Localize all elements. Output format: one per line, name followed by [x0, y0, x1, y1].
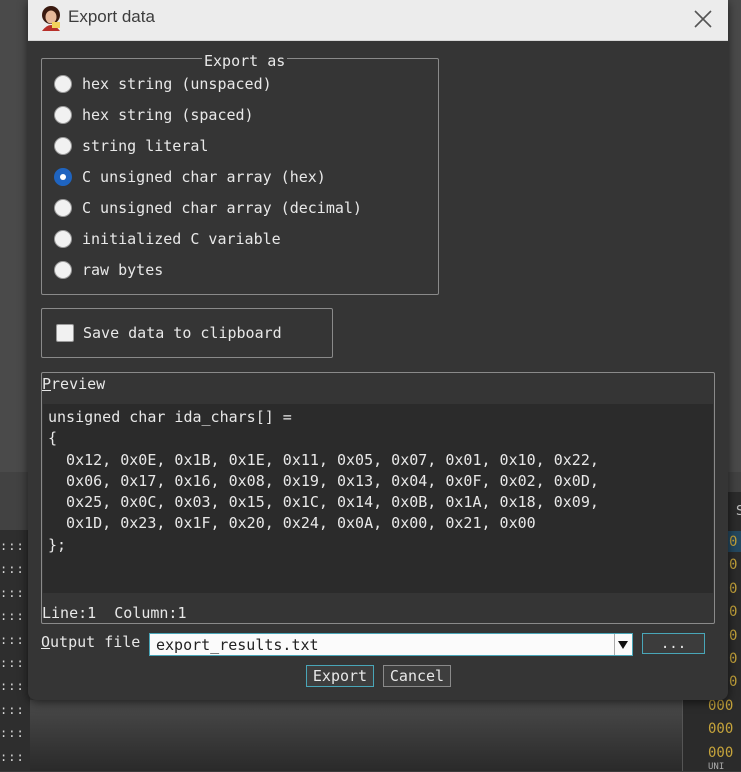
option-label: hex string (unspaced) — [82, 75, 272, 93]
background-dot-column: ::: ::: ::: ::: ::: ::: ::: ::: ::: ::: — [0, 538, 30, 772]
browse-button[interactable]: ... — [642, 633, 705, 654]
export-as-legend: Export as — [202, 52, 288, 70]
option-label: raw bytes — [82, 261, 164, 279]
option-initialized-c-variable[interactable]: initialized C variable — [54, 227, 281, 251]
export-button[interactable]: Export — [306, 665, 374, 687]
option-label: initialized C variable — [82, 230, 281, 248]
option-label: string literal — [82, 137, 209, 155]
hex-value: 0 — [729, 580, 738, 597]
option-c-unsigned-char-array-hex[interactable]: C unsigned char array (hex) — [54, 165, 326, 189]
background-pane-header: S — [736, 504, 741, 519]
cursor-position-status: Line:1 Column:1 — [42, 604, 187, 622]
option-hex-string-unspaced[interactable]: hex string (unspaced) — [54, 72, 272, 96]
chevron-down-icon[interactable] — [614, 634, 632, 655]
option-raw-bytes[interactable]: raw bytes — [54, 258, 163, 282]
hex-value: 0 — [729, 604, 738, 621]
option-c-unsigned-char-array-decimal[interactable]: C unsigned char array (decimal) — [54, 196, 362, 220]
dialog-title: Export data — [68, 7, 155, 26]
clipboard-group: Save data to clipboard — [41, 308, 333, 358]
code-line: }; — [48, 535, 67, 554]
code-line: { — [48, 429, 58, 448]
dot-row: ::: — [0, 585, 25, 600]
cancel-button[interactable]: Cancel — [383, 665, 451, 687]
radio-button[interactable] — [54, 230, 72, 248]
code-line: 0x25, 0x0C, 0x03, 0x15, 0x1C, 0x14, 0x0B… — [48, 493, 599, 512]
option-label: C unsigned char array (hex) — [82, 168, 326, 186]
hex-value: 0 — [729, 557, 738, 574]
preview-mnemonic: P — [42, 375, 52, 393]
app-logo-icon — [42, 6, 60, 31]
output-file-label-rest: utput file — [50, 633, 141, 651]
dot-row: ::: — [0, 609, 25, 624]
dot-row: ::: — [0, 749, 25, 764]
preview-code-area[interactable]: unsigned char ida_chars[] = { 0x12, 0x0E… — [43, 404, 713, 593]
save-to-clipboard-label[interactable]: Save data to clipboard — [83, 324, 282, 342]
dot-row: ::: — [0, 655, 25, 670]
option-label: C unsigned char array (decimal) — [82, 199, 362, 217]
output-file-combo[interactable]: export_results.txt — [149, 633, 633, 656]
export-as-group: Export as hex string (unspaced) hex stri… — [41, 53, 439, 295]
radio-button[interactable] — [54, 75, 72, 93]
preview-label: Preview — [42, 375, 105, 393]
dot-row: ::: — [0, 562, 25, 577]
dot-row: ::: — [0, 539, 25, 553]
export-data-dialog: Export data Export as hex string (unspac… — [28, 0, 728, 700]
title-bar[interactable]: Export data — [28, 0, 728, 41]
preview-group: Preview unsigned char ida_chars[] = { 0x… — [41, 372, 715, 624]
hex-value: 0 — [729, 650, 738, 667]
save-to-clipboard-checkbox[interactable] — [56, 324, 74, 342]
code-line: unsigned char ida_chars[] = — [48, 408, 292, 426]
radio-button[interactable] — [54, 261, 72, 279]
hex-value: 000 — [708, 697, 734, 714]
radio-button[interactable] — [54, 199, 72, 217]
dot-row: ::: — [0, 679, 25, 694]
output-file-value[interactable]: export_results.txt — [156, 636, 319, 654]
code-line: 0x06, 0x17, 0x16, 0x08, 0x19, 0x13, 0x04… — [48, 471, 599, 490]
close-icon[interactable] — [690, 6, 716, 32]
option-hex-string-spaced[interactable]: hex string (spaced) — [54, 103, 254, 127]
output-file-mnemonic: O — [41, 633, 51, 651]
output-file-label: Output file — [41, 633, 140, 651]
hex-value: 000 — [708, 721, 734, 738]
code-line: 0x12, 0x0E, 0x1B, 0x1E, 0x11, 0x05, 0x07… — [48, 450, 599, 469]
radio-button-selected[interactable] — [54, 168, 72, 186]
dot-row: ::: — [0, 702, 25, 717]
radio-button[interactable] — [54, 106, 72, 124]
option-label: hex string (spaced) — [82, 106, 254, 124]
code-line: 0x1D, 0x23, 0x1F, 0x20, 0x24, 0x0A, 0x00… — [48, 514, 536, 533]
preview-label-rest: review — [51, 375, 106, 393]
hex-value: 0 — [729, 627, 738, 644]
dot-row: ::: — [0, 726, 25, 741]
hex-value: 0 — [729, 674, 738, 691]
background-lower-area — [30, 700, 682, 771]
radio-button[interactable] — [54, 137, 72, 155]
option-string-literal[interactable]: string literal — [54, 134, 208, 158]
hex-value: 0 — [729, 534, 738, 550]
dot-row: ::: — [0, 632, 25, 647]
